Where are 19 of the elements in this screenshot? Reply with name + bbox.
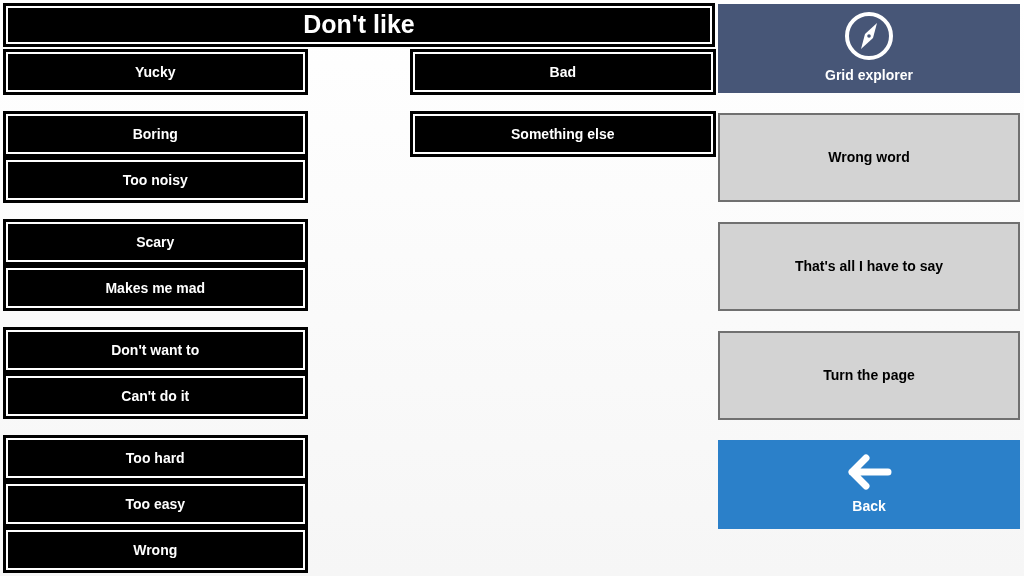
word-tile[interactable]: Makes me mad [3,265,308,311]
word-tile[interactable]: Something else [409,111,716,157]
compass-icon [844,11,894,61]
word-tile[interactable]: Don't want to [3,327,308,373]
phrase-button[interactable]: Wrong word [718,113,1020,202]
word-tile[interactable]: Too hard [3,435,308,481]
grid-explorer-button[interactable]: Grid explorer [718,4,1020,93]
word-tile[interactable]: Boring [3,111,308,157]
word-tile[interactable]: Bad [409,49,716,95]
word-tile[interactable]: Yucky [3,49,308,95]
grid-title: Don't like [3,3,715,47]
word-tile[interactable]: Too easy [3,481,308,527]
phrase-button[interactable]: Turn the page [718,331,1020,420]
back-button[interactable]: Back [718,440,1020,529]
word-tile[interactable]: Scary [3,219,308,265]
word-tile[interactable]: Wrong [3,527,308,573]
phrase-button[interactable]: That's all I have to say [718,222,1020,311]
word-tile[interactable]: Can't do it [3,373,308,419]
word-tile[interactable]: Too noisy [3,157,308,203]
